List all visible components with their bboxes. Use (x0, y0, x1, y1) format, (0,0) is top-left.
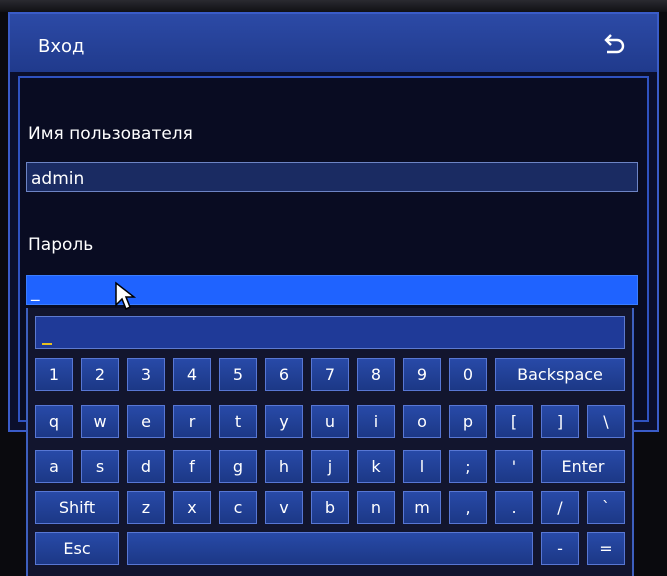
key-o[interactable]: o (403, 405, 441, 438)
return-arrow-icon (604, 34, 625, 54)
text-caret (42, 343, 52, 345)
key-backspace[interactable]: Backspace (495, 358, 625, 391)
key-i[interactable]: i (357, 405, 395, 438)
key-e[interactable]: e (127, 405, 165, 438)
keyboard-input-display[interactable] (35, 316, 625, 349)
key-l[interactable]: l (403, 450, 441, 483)
key-period[interactable]: . (495, 491, 533, 524)
key-semicolon[interactable]: ; (449, 450, 487, 483)
key-h[interactable]: h (265, 450, 303, 483)
key-w[interactable]: w (81, 405, 119, 438)
virtual-keyboard: 1 2 3 4 5 6 7 8 9 0 Backspace q w e r t … (26, 308, 634, 576)
key-u[interactable]: u (311, 405, 349, 438)
username-label: Имя пользователя (28, 124, 193, 144)
key-quote[interactable]: ' (495, 450, 533, 483)
key-9[interactable]: 9 (403, 358, 441, 391)
key-slash[interactable]: / (541, 491, 579, 524)
key-p[interactable]: p (449, 405, 487, 438)
key-6[interactable]: 6 (265, 358, 303, 391)
dialog-title: Вход (38, 36, 85, 57)
key-a[interactable]: a (35, 450, 73, 483)
key-backtick[interactable]: ` (587, 491, 625, 524)
key-c[interactable]: c (219, 491, 257, 524)
key-left-bracket[interactable]: [ (495, 405, 533, 438)
key-2[interactable]: 2 (81, 358, 119, 391)
username-field[interactable]: admin (26, 162, 638, 192)
key-esc[interactable]: Esc (35, 532, 119, 565)
dialog-titlebar: Вход (10, 14, 657, 72)
key-t[interactable]: t (219, 405, 257, 438)
key-r[interactable]: r (173, 405, 211, 438)
key-shift[interactable]: Shift (35, 491, 119, 524)
key-n[interactable]: n (357, 491, 395, 524)
key-backslash[interactable]: \ (587, 405, 625, 438)
key-d[interactable]: d (127, 450, 165, 483)
key-comma[interactable]: , (449, 491, 487, 524)
password-value: _ (31, 282, 40, 302)
key-5[interactable]: 5 (219, 358, 257, 391)
key-g[interactable]: g (219, 450, 257, 483)
key-y[interactable]: y (265, 405, 303, 438)
key-s[interactable]: s (81, 450, 119, 483)
key-m[interactable]: m (403, 491, 441, 524)
key-0[interactable]: 0 (449, 358, 487, 391)
key-1[interactable]: 1 (35, 358, 73, 391)
password-label: Пароль (28, 235, 94, 255)
key-minus[interactable]: - (541, 532, 579, 565)
key-q[interactable]: q (35, 405, 73, 438)
key-f[interactable]: f (173, 450, 211, 483)
key-right-bracket[interactable]: ] (541, 405, 579, 438)
top-strip (0, 0, 667, 12)
mouse-pointer-icon (115, 281, 136, 311)
key-4[interactable]: 4 (173, 358, 211, 391)
key-7[interactable]: 7 (311, 358, 349, 391)
key-equals[interactable]: = (587, 532, 625, 565)
key-x[interactable]: x (173, 491, 211, 524)
key-8[interactable]: 8 (357, 358, 395, 391)
key-enter[interactable]: Enter (541, 450, 625, 483)
key-j[interactable]: j (311, 450, 349, 483)
key-v[interactable]: v (265, 491, 303, 524)
key-k[interactable]: k (357, 450, 395, 483)
key-z[interactable]: z (127, 491, 165, 524)
key-space[interactable] (127, 532, 533, 565)
key-3[interactable]: 3 (127, 358, 165, 391)
back-button[interactable] (599, 32, 627, 58)
key-b[interactable]: b (311, 491, 349, 524)
